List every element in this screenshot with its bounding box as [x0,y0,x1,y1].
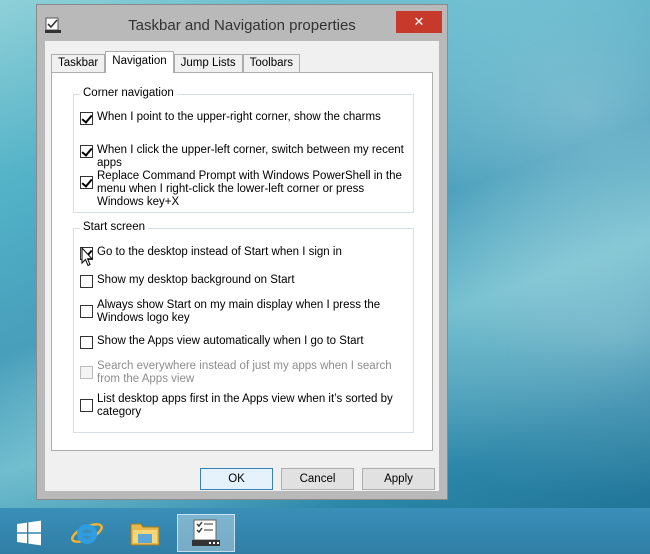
option-label: When I point to the upper-right corner, … [97,111,381,123]
option-label: List desktop apps first in the Apps view… [97,393,393,418]
option-label: When I click the upper-left corner, swit… [97,144,404,169]
properties-window: Taskbar and Navigation properties ✕ Task… [36,4,448,500]
windows-start-icon [17,520,41,546]
taskbar-properties-taskbar-button[interactable] [177,514,235,552]
file-explorer-icon [130,523,160,546]
option-label: Always show Start on my main display whe… [97,299,381,324]
tab-navigation[interactable]: Navigation [105,51,174,73]
taskbar [0,508,650,554]
navigation-tab-panel: Corner navigation When I point to the up… [51,72,433,451]
corner-navigation-title: Corner navigation [80,87,177,99]
apply-button[interactable]: Apply [362,468,435,490]
option-search-everywhere: Search everywhere instead of just my app… [80,360,409,386]
ok-button[interactable]: OK [200,468,273,490]
close-button[interactable]: ✕ [396,11,442,33]
checkbox-desktop-apps-first[interactable] [80,399,93,412]
internet-explorer-taskbar-button[interactable] [58,514,116,552]
checkbox-apps-view-automatically[interactable] [80,336,93,349]
close-icon: ✕ [413,14,425,30]
checkbox-switch-recent-apps[interactable] [80,145,93,158]
cancel-button[interactable]: Cancel [281,468,354,490]
option-label: Go to the desktop instead of Start when … [97,246,342,258]
file-explorer-taskbar-button[interactable] [116,514,174,552]
option-show-start-main-display[interactable]: Always show Start on my main display whe… [80,299,409,325]
start-screen-title: Start screen [80,221,148,233]
start-button[interactable] [0,514,58,552]
tab-taskbar[interactable]: Taskbar [51,54,106,73]
option-label: Show the Apps view automatically when I … [97,335,364,347]
option-desktop-apps-first[interactable]: List desktop apps first in the Apps view… [80,393,409,419]
internet-explorer-icon [71,523,103,544]
option-label: Replace Command Prompt with Windows Powe… [97,170,402,208]
mouse-pointer-icon [81,247,93,267]
tab-strip: Taskbar Navigation Jump Lists Toolbars [51,51,301,73]
tab-toolbars[interactable]: Toolbars [242,54,301,73]
option-apps-view-automatically[interactable]: Show the Apps view automatically when I … [80,335,409,349]
window-title: Taskbar and Navigation properties [128,17,356,34]
corner-navigation-group: Corner navigation When I point to the up… [73,87,414,213]
taskbar-properties-icon [192,519,220,546]
option-label: Show my desktop background on Start [97,274,295,286]
checkbox-show-charms[interactable] [80,112,93,125]
start-screen-group: Start screen Go to the desktop instead o… [73,221,414,433]
option-show-charms[interactable]: When I point to the upper-right corner, … [80,111,409,125]
option-switch-recent-apps[interactable]: When I click the upper-left corner, swit… [80,144,409,170]
option-label: Search everywhere instead of just my app… [97,360,392,385]
option-replace-powershell[interactable]: Replace Command Prompt with Windows Powe… [80,170,409,209]
dialog-client-area: Taskbar Navigation Jump Lists Toolbars C… [45,41,439,491]
checkbox-desktop-background[interactable] [80,275,93,288]
checkbox-show-start-main-display[interactable] [80,305,93,318]
option-go-to-desktop[interactable]: Go to the desktop instead of Start when … [80,246,409,260]
checkbox-replace-powershell[interactable] [80,176,93,189]
option-desktop-background[interactable]: Show my desktop background on Start [80,274,409,288]
checkbox-search-everywhere [80,366,93,379]
tab-jump-lists[interactable]: Jump Lists [173,54,243,73]
title-bar[interactable]: Taskbar and Navigation properties ✕ [37,5,447,41]
